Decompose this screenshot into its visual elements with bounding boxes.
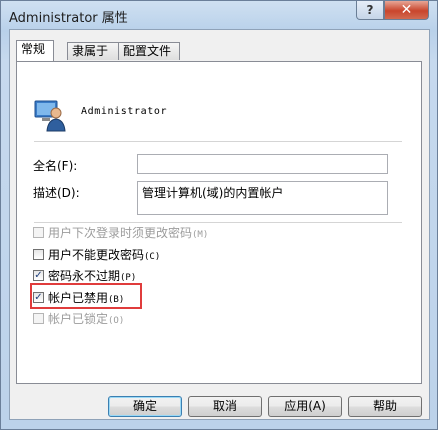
- close-button[interactable]: ✕: [384, 1, 429, 20]
- tab-label: 常规: [21, 42, 46, 56]
- user-icon: [34, 100, 66, 132]
- ok-button[interactable]: 确定: [108, 396, 182, 417]
- close-icon: ✕: [400, 2, 413, 18]
- checkbox[interactable]: [33, 248, 44, 260]
- apply-button[interactable]: 应用(A): [268, 396, 342, 417]
- help-button[interactable]: 帮助: [348, 396, 422, 417]
- checkbox[interactable]: [33, 226, 44, 238]
- dialog-client-area: 常规 隶属于 配置文件 Administrator 全名(F): 描述(D): …: [9, 29, 430, 420]
- option-password-never-expires[interactable]: 密码永不过期(P): [33, 267, 136, 283]
- divider: [34, 141, 402, 142]
- option-cannot-change-password[interactable]: 用户不能更改密码(C): [33, 246, 160, 262]
- ok-label: 确定: [132, 399, 157, 413]
- tab-label: 配置文件: [123, 44, 172, 58]
- fullname-label: 全名(F):: [33, 159, 78, 173]
- option-label: 密码永不过期(P): [48, 268, 137, 283]
- checkbox[interactable]: [33, 312, 44, 324]
- option-label: 用户下次登录时须更改密码(M): [48, 225, 209, 240]
- description-value: 管理计算机(域)的内置帐户: [142, 186, 284, 200]
- cancel-button[interactable]: 取消: [188, 396, 262, 417]
- help-label: 帮助: [372, 399, 397, 413]
- fullname-field[interactable]: [137, 154, 388, 174]
- question-icon: ?: [366, 3, 374, 17]
- help-title-button[interactable]: ?: [356, 1, 384, 20]
- checkbox[interactable]: [33, 269, 44, 281]
- title-bar[interactable]: Administrator 属性 ? ✕: [1, 1, 437, 29]
- apply-label: 应用(A): [284, 399, 326, 413]
- option-account-locked[interactable]: 帐户已锁定(O): [33, 310, 124, 326]
- description-field[interactable]: 管理计算机(域)的内置帐户: [137, 181, 388, 215]
- option-must-change-password[interactable]: 用户下次登录时须更改密码(M): [33, 224, 208, 240]
- username-text: Administrator: [81, 106, 168, 117]
- cancel-label: 取消: [212, 399, 237, 413]
- option-label: 用户不能更改密码(C): [48, 247, 161, 262]
- tab-profile[interactable]: 配置文件: [118, 42, 180, 60]
- tab-general[interactable]: 常规: [16, 40, 54, 61]
- window-title: Administrator 属性: [9, 11, 128, 26]
- description-label: 描述(D):: [33, 186, 80, 200]
- tab-member-of[interactable]: 隶属于: [67, 42, 119, 60]
- option-label: 帐户已锁定(O): [48, 311, 125, 326]
- general-tab-panel: Administrator 全名(F): 描述(D): 管理计算机(域)的内置帐…: [16, 61, 422, 384]
- properties-dialog: Administrator 属性 ? ✕ 常规 隶属于 配置文件 Adminis…: [0, 0, 438, 430]
- tab-label: 隶属于: [72, 44, 109, 58]
- highlight-box: [30, 283, 142, 309]
